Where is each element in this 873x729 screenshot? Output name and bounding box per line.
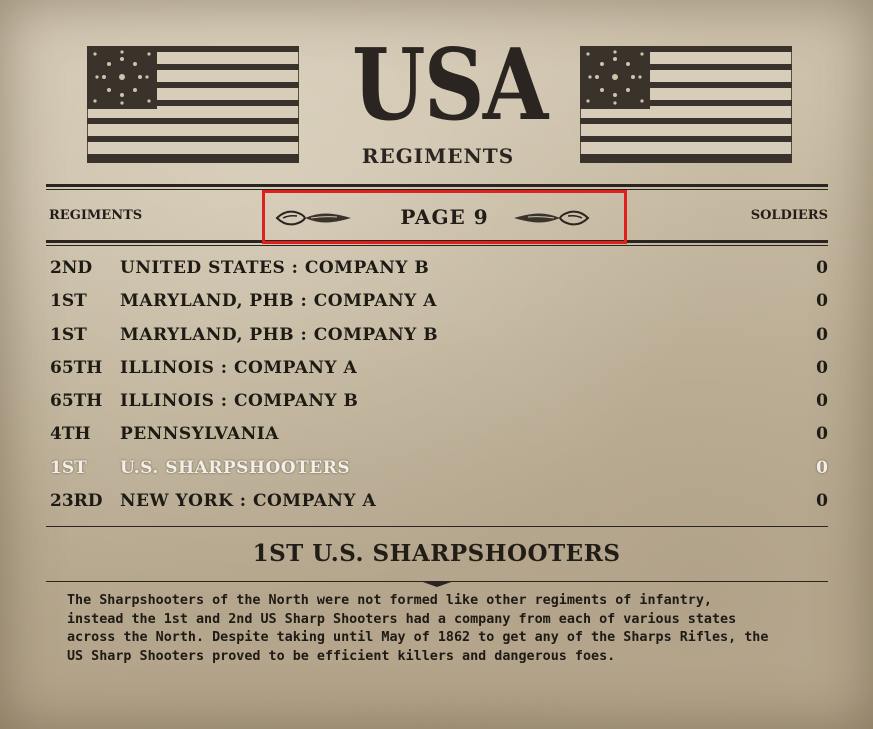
soldier-count: 0 [816, 491, 828, 512]
soldier-count: 0 [816, 357, 828, 378]
regiment-list: 2ND UNITED STATES : COMPANY B 0 1ST MARY… [50, 252, 828, 518]
regiment-row[interactable]: 65TH ILLINOIS : COMPANY B 0 [50, 385, 828, 418]
regiment-name: MARYLAND, PHB : COMPANY A [120, 291, 437, 312]
regiments-column-header: REGIMENTS [49, 208, 143, 223]
ornament-icon [420, 581, 454, 587]
page-title: USA [352, 28, 548, 143]
regiment-number: 2ND [50, 258, 93, 278]
regiment-row[interactable]: 23RD NEW YORK : COMPANY A 0 [50, 485, 828, 518]
regiment-name: UNITED STATES : COMPANY B [120, 258, 430, 278]
soldier-count: 0 [816, 291, 828, 312]
regiment-name: NEW YORK : COMPANY A [120, 491, 377, 512]
soldier-count: 0 [816, 258, 828, 278]
us-flag-icon [87, 46, 299, 163]
regiment-number: 1ST [50, 457, 87, 478]
description-line: The Sharpshooters of the North were not … [67, 593, 712, 608]
regiment-row[interactable]: 1ST MARYLAND, PHB : COMPANY A 0 [50, 285, 828, 318]
description-line: across the North. Despite taking until M… [67, 630, 769, 646]
regiment-description: The Sharpshooters of the North were not … [67, 592, 812, 666]
regiment-row[interactable]: 1ST MARYLAND, PHB : COMPANY B 0 [50, 319, 828, 352]
regiment-number: 65TH [50, 357, 103, 378]
us-flag-icon [580, 46, 792, 163]
regiment-name: ILLINOIS : COMPANY A [120, 357, 358, 378]
regiment-number: 23RD [50, 491, 103, 512]
regiment-name: U.S. SHARPSHOOTERS [120, 457, 351, 478]
regiment-name: PENNSYLVANIA [120, 424, 279, 445]
soldier-count: 0 [816, 324, 828, 345]
divider [46, 526, 828, 527]
regiment-name: MARYLAND, PHB : COMPANY B [120, 324, 439, 345]
soldier-count: 0 [816, 424, 828, 445]
regiment-row-selected[interactable]: 1ST U.S. SHARPSHOOTERS 0 [50, 452, 828, 485]
regiment-row[interactable]: 4TH PENNSYLVANIA 0 [50, 418, 828, 451]
page-selector: PAGE 9 [262, 190, 627, 244]
soldier-count: 0 [816, 457, 828, 478]
regiment-name: ILLINOIS : COMPANY B [120, 391, 359, 412]
regiment-number: 1ST [50, 291, 87, 312]
regiment-row[interactable]: 65TH ILLINOIS : COMPANY A 0 [50, 352, 828, 385]
description-line: instead the 1st and 2nd US Sharp Shooter… [67, 611, 737, 627]
regiment-detail-title: 1ST U.S. SHARPSHOOTERS [252, 540, 621, 567]
regiment-number: 4TH [50, 424, 91, 445]
divider [46, 245, 828, 246]
regiment-number: 65TH [50, 391, 103, 412]
soldier-count: 0 [816, 391, 828, 412]
regiment-number: 1ST [50, 324, 87, 345]
soldiers-column-header: SOLDIERS [750, 208, 828, 223]
divider [46, 184, 828, 187]
next-page-arrow-icon[interactable] [512, 206, 590, 230]
regiment-row[interactable]: 2ND UNITED STATES : COMPANY B 0 [50, 252, 828, 285]
description-line: US Sharp Shooters proved to be efficient… [67, 648, 616, 664]
page-subtitle: REGIMENTS [361, 144, 515, 168]
regiments-panel: USA REGIMENTS REGIMENTS SOLDIERS PAGE 9 … [0, 0, 873, 729]
